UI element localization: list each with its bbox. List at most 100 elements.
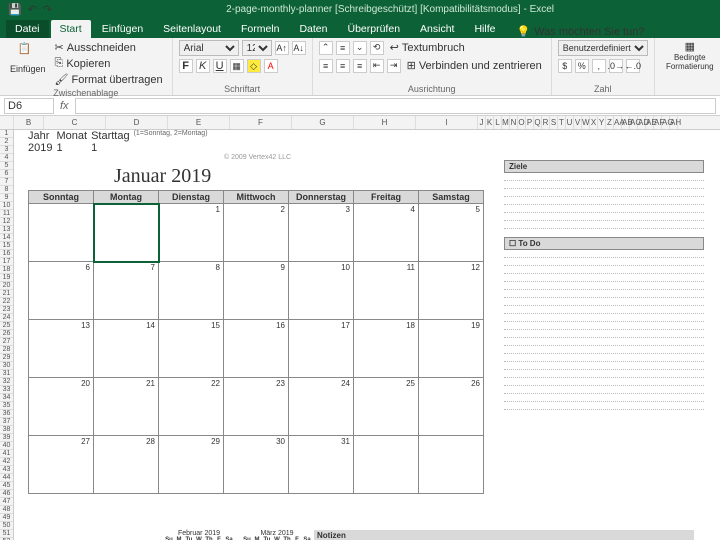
fill-color-button[interactable]: ◇ xyxy=(247,59,261,73)
border-button[interactable]: ▦ xyxy=(230,59,244,73)
tab-help[interactable]: Hilfe xyxy=(465,20,504,38)
save-icon[interactable]: 💾 xyxy=(8,3,22,16)
calendar-cell[interactable]: 2 xyxy=(224,204,289,262)
align-left-button[interactable]: ≡ xyxy=(319,59,333,73)
calendar-cell[interactable]: 20 xyxy=(29,378,94,436)
clipboard-icon: 📋 xyxy=(18,42,38,64)
formula-input[interactable] xyxy=(75,98,716,114)
comma-button[interactable]: , xyxy=(592,59,606,73)
calendar-cell[interactable]: 12 xyxy=(419,262,484,320)
calendar-cell[interactable] xyxy=(29,204,94,262)
undo-icon[interactable]: ↶ xyxy=(28,3,37,16)
todo-lines[interactable] xyxy=(504,250,704,410)
inc-decimal-button[interactable]: .0→ xyxy=(609,59,623,73)
calendar-cell[interactable]: 24 xyxy=(289,378,354,436)
percent-button[interactable]: % xyxy=(575,59,589,73)
tab-start[interactable]: Start xyxy=(51,20,91,38)
indent-inc-button[interactable]: ⇥ xyxy=(387,59,401,73)
copy-button[interactable]: ⎘Kopieren xyxy=(52,56,166,71)
tab-layout[interactable]: Seitenlayout xyxy=(154,20,230,38)
indent-dec-button[interactable]: ⇤ xyxy=(370,59,384,73)
calendar-cell[interactable]: 16 xyxy=(224,320,289,378)
calendar-cell[interactable]: 19 xyxy=(419,320,484,378)
column-headers[interactable]: BCDEFGHIJKLMNOPQRSTUVWXYZAAABACADAEAFAGA… xyxy=(0,116,720,130)
calendar-cell[interactable]: 21 xyxy=(94,378,159,436)
calendar-cell[interactable]: 17 xyxy=(289,320,354,378)
calendar-cell[interactable]: 26 xyxy=(419,378,484,436)
shrink-font-button[interactable]: A↓ xyxy=(292,41,306,55)
redo-icon[interactable]: ↷ xyxy=(43,3,52,16)
orientation-button[interactable]: ⟲ xyxy=(370,41,384,55)
format-painter-button[interactable]: 🖌Format übertragen xyxy=(52,72,166,87)
goals-lines[interactable] xyxy=(504,173,704,229)
align-middle-button[interactable]: ≡ xyxy=(336,41,350,55)
calendar-cell[interactable]: 23 xyxy=(224,378,289,436)
italic-button[interactable]: K xyxy=(196,59,210,73)
wrap-icon: ↩ xyxy=(390,41,399,54)
align-top-button[interactable]: ⌃ xyxy=(319,41,333,55)
align-bottom-button[interactable]: ⌄ xyxy=(353,41,367,55)
scissors-icon: ✂ xyxy=(55,41,64,54)
calendar-cell[interactable] xyxy=(354,436,419,494)
calendar-cell[interactable] xyxy=(94,204,159,262)
underline-button[interactable]: U xyxy=(213,59,227,73)
bold-button[interactable]: F xyxy=(179,59,193,73)
align-right-button[interactable]: ≡ xyxy=(353,59,367,73)
calendar-cell[interactable]: 10 xyxy=(289,262,354,320)
month-block: Monat1 xyxy=(56,130,87,154)
title-bar: 💾 ↶ ↷ 2-page-monthly-planner [Schreibges… xyxy=(0,0,720,18)
name-box[interactable]: D6 xyxy=(4,98,54,114)
tab-formulas[interactable]: Formeln xyxy=(232,20,289,38)
paste-button[interactable]: 📋 Einfügen xyxy=(6,40,50,87)
calendar-cell[interactable]: 7 xyxy=(94,262,159,320)
calendar-cell[interactable]: 25 xyxy=(354,378,419,436)
fx-icon[interactable]: fx xyxy=(60,100,69,112)
calendar-cell[interactable]: 3 xyxy=(289,204,354,262)
font-color-button[interactable]: A xyxy=(264,59,278,73)
group-font: Schriftart xyxy=(179,83,306,95)
calendar-cell[interactable]: 22 xyxy=(159,378,224,436)
tab-review[interactable]: Überprüfen xyxy=(339,20,410,38)
tab-insert[interactable]: Einfügen xyxy=(93,20,152,38)
dec-decimal-button[interactable]: ←.0 xyxy=(626,59,640,73)
calendar-cell[interactable]: 29 xyxy=(159,436,224,494)
grow-font-button[interactable]: A↑ xyxy=(275,41,289,55)
calendar-cell[interactable]: 4 xyxy=(354,204,419,262)
worksheet[interactable]: BCDEFGHIJKLMNOPQRSTUVWXYZAAABACADAEAFAGA… xyxy=(0,116,720,540)
calendar-cell[interactable]: 11 xyxy=(354,262,419,320)
merge-button[interactable]: ⊞Verbinden und zentrieren xyxy=(404,58,545,73)
calendar-cell[interactable]: 27 xyxy=(29,436,94,494)
calendar-cell[interactable]: 31 xyxy=(289,436,354,494)
calendar-cell[interactable]: 9 xyxy=(224,262,289,320)
currency-button[interactable]: $ xyxy=(558,59,572,73)
align-center-button[interactable]: ≡ xyxy=(336,59,350,73)
day-header: Samstag xyxy=(419,191,484,204)
tab-data[interactable]: Daten xyxy=(290,20,336,38)
row-headers[interactable]: 1234567891011121314151617181920212223242… xyxy=(0,130,14,540)
calendar-cell[interactable]: 5 xyxy=(419,204,484,262)
calendar-cell[interactable]: 15 xyxy=(159,320,224,378)
calendar-grid[interactable]: SonntagMontagDienstagMittwochDonnerstagF… xyxy=(28,190,484,494)
calendar-cell[interactable]: 13 xyxy=(29,320,94,378)
calendar-cell[interactable]: 28 xyxy=(94,436,159,494)
bulb-icon: 💡 xyxy=(516,25,530,38)
tab-file[interactable]: Datei xyxy=(6,20,49,38)
calendar-cell[interactable]: 1 xyxy=(159,204,224,262)
number-format-select[interactable]: Benutzerdefiniert xyxy=(558,40,648,56)
calendar-cell[interactable]: 18 xyxy=(354,320,419,378)
copy-icon: ⎘ xyxy=(55,57,64,70)
calendar-cell[interactable]: 14 xyxy=(94,320,159,378)
calendar-cell[interactable]: 30 xyxy=(224,436,289,494)
tab-view[interactable]: Ansicht xyxy=(411,20,463,38)
calendar-cell[interactable] xyxy=(419,436,484,494)
font-name-select[interactable]: Arial xyxy=(179,40,239,56)
group-alignment: Ausrichtung xyxy=(319,83,545,95)
font-size-select[interactable]: 12 xyxy=(242,40,272,56)
cut-button[interactable]: ✂Ausschneiden xyxy=(52,40,166,55)
tell-me[interactable]: 💡Was möchten Sie tun? xyxy=(516,25,644,38)
startday-hint: (1=Sonntag, 2=Montag) xyxy=(134,130,208,137)
wrap-text-button[interactable]: ↩Textumbruch xyxy=(387,40,468,55)
calendar-cell[interactable]: 8 xyxy=(159,262,224,320)
calendar-cell[interactable]: 6 xyxy=(29,262,94,320)
formula-bar: D6 fx xyxy=(0,96,720,116)
